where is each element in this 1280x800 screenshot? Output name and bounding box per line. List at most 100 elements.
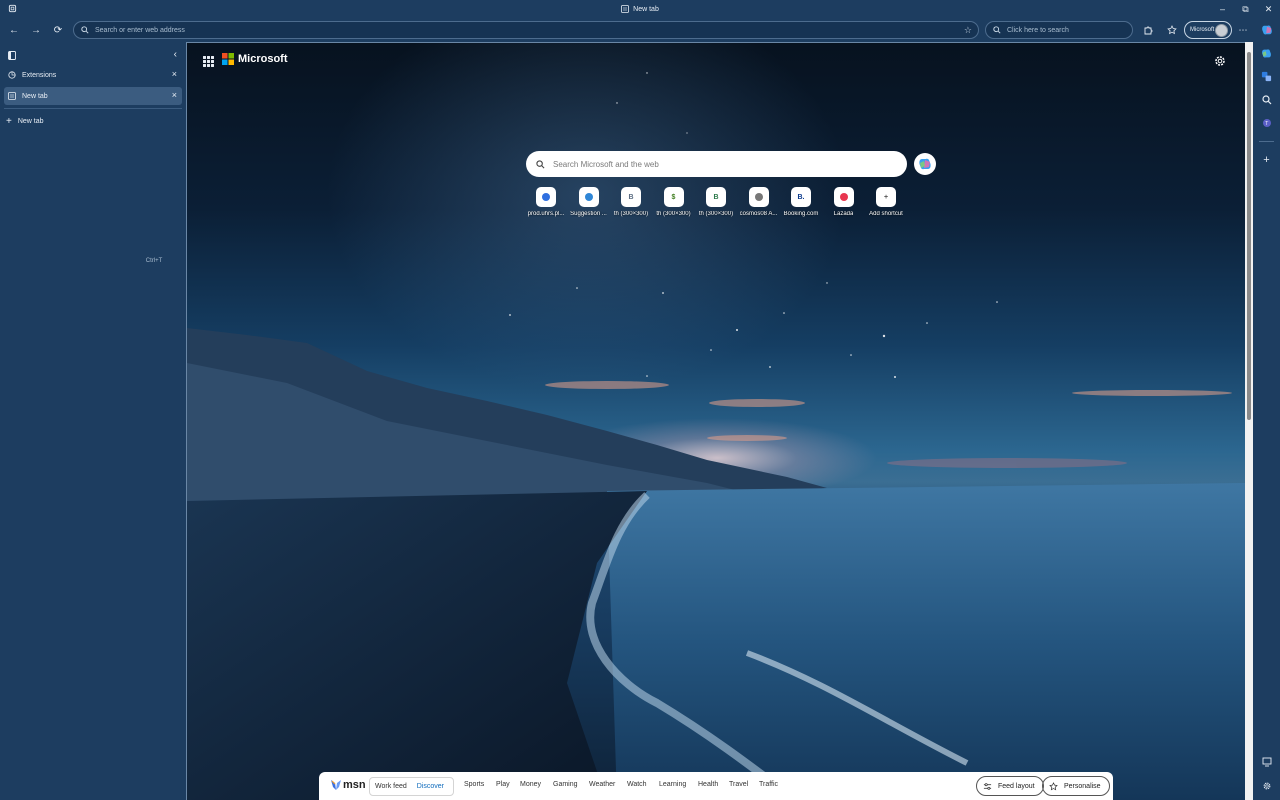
puzzle-icon — [1144, 26, 1153, 35]
window-title: New tab — [0, 0, 1280, 18]
address-placeholder: Search or enter web address — [95, 26, 185, 34]
profile-button[interactable]: Microsoft — [1184, 21, 1232, 39]
page-icon — [621, 5, 630, 13]
msn-nav-weather[interactable]: Weather — [589, 781, 615, 788]
msn-brand: msn — [343, 779, 366, 791]
copilot-button[interactable] — [914, 153, 936, 175]
apps-launcher-icon[interactable] — [203, 56, 214, 67]
quick-link-label: th (300×300) — [698, 211, 734, 217]
teams-button[interactable]: T — [1258, 114, 1275, 131]
forward-button[interactable]: → — [28, 22, 44, 38]
divider — [4, 108, 182, 109]
translator-button[interactable] — [1258, 68, 1275, 85]
tab-actions-icon[interactable] — [8, 51, 16, 60]
quick-link-label: Lazada — [833, 211, 854, 217]
quick-link-label: Booking.com — [783, 211, 819, 217]
plus-icon: + — [6, 115, 12, 127]
quick-link[interactable]: Bth (300×300) — [609, 187, 653, 223]
arrow-right-icon: → — [31, 24, 41, 36]
msn-nav-sports[interactable]: Sports — [464, 781, 484, 788]
msn-nav-watch[interactable]: Watch — [627, 781, 647, 788]
add-sidebar-app-button[interactable]: + — [1258, 151, 1275, 168]
quick-link[interactable]: prod.uhrs.pl... — [524, 187, 568, 223]
sidebar-settings-button[interactable] — [1258, 777, 1275, 794]
copilot-icon — [1262, 49, 1271, 58]
more-options-button[interactable]: ⋯ — [1235, 22, 1251, 38]
address-bar[interactable]: Search or enter web address ☆ — [73, 21, 979, 39]
scrollbar-thumb[interactable] — [1247, 52, 1251, 420]
search-icon — [536, 159, 545, 168]
tab-extensions[interactable]: Extensions × — [4, 66, 182, 84]
quick-link-favicon-icon — [578, 187, 599, 207]
msn-nav-health[interactable]: Health — [698, 781, 718, 788]
msn-nav-money[interactable]: Money — [520, 781, 541, 788]
msn-nav-play[interactable]: Play — [496, 781, 510, 788]
quick-link-label: Add shortcut — [869, 211, 903, 217]
search-icon — [1261, 94, 1271, 104]
collapse-panel-icon[interactable]: ‹ — [174, 49, 177, 60]
copilot-icon — [1261, 25, 1272, 34]
back-button[interactable]: ← — [6, 22, 22, 38]
quick-link-favicon-icon — [748, 187, 769, 207]
vertical-tabs-panel: ‹ Extensions × New tab × + New tab Ctrl+… — [0, 42, 186, 800]
page-scrollbar[interactable] — [1245, 42, 1253, 800]
restore-button[interactable]: ⧉ — [1234, 0, 1257, 18]
page-settings-icon[interactable] — [1213, 54, 1227, 68]
quick-link[interactable]: Suggestion ... — [567, 187, 611, 223]
sidebar-search-button[interactable] — [1258, 91, 1275, 108]
msn-nav-learning[interactable]: Learning — [659, 781, 686, 788]
quick-link[interactable]: B. Booking.com — [779, 187, 823, 223]
copilot-sidebar-button[interactable] — [1258, 21, 1275, 38]
quick-link-favicon-icon: B — [706, 187, 726, 207]
extensions-button[interactable] — [1140, 22, 1156, 38]
arrow-left-icon: ← — [9, 24, 19, 36]
copilot-secondary-button[interactable] — [1258, 45, 1275, 62]
hide-sidebar-button[interactable] — [1258, 753, 1275, 770]
microsoft-logo-icon — [222, 53, 234, 65]
feed-layout-button[interactable]: Feed layout — [976, 776, 1044, 796]
divider — [1259, 141, 1274, 142]
minimize-button[interactable]: – — [1211, 0, 1234, 18]
msn-logo[interactable]: msn — [330, 779, 366, 791]
msn-feed-bar: msn Work feed Discover Sports Play Money Ga… — [319, 772, 1113, 800]
close-tab-icon[interactable]: × — [172, 69, 177, 79]
work-feed-option[interactable]: Work feed — [370, 783, 412, 790]
personalise-button[interactable]: Personalise — [1042, 776, 1110, 796]
favorite-star-icon[interactable]: ☆ — [964, 25, 972, 36]
close-tab-icon[interactable]: × — [172, 90, 177, 100]
quick-link-favicon-icon: B. — [791, 187, 811, 207]
new-tab-button[interactable]: + New tab Ctrl+T — [6, 114, 180, 265]
tab-actions-row: ‹ — [0, 42, 186, 68]
extensions-icon — [8, 71, 16, 79]
favorites-button[interactable] — [1164, 22, 1180, 38]
add-shortcut-button[interactable]: + Add shortcut — [864, 187, 908, 223]
tab-label: Extensions — [22, 71, 57, 79]
taskbar-search-box[interactable]: Click here to search — [985, 21, 1133, 39]
title-bar: New tab – ⧉ ✕ — [0, 0, 1280, 18]
refresh-button[interactable]: ⟳ — [50, 22, 66, 38]
favorites-icon — [1167, 25, 1177, 35]
browser-toolbar: ← → ⟳ Search or enter web address ☆ Clic… — [0, 18, 1280, 42]
quick-link[interactable]: Lazada — [822, 187, 866, 223]
msn-butterfly-icon — [331, 780, 341, 790]
close-window-button[interactable]: ✕ — [1257, 0, 1280, 18]
tab-new-tab[interactable]: New tab × — [4, 87, 182, 105]
msn-nav-gaming[interactable]: Gaming — [553, 781, 578, 788]
quick-link[interactable]: Bth (300×300) — [694, 187, 738, 223]
quick-link[interactable]: cosmos08 A... — [737, 187, 781, 223]
web-search-box[interactable]: Search Microsoft and the web — [526, 151, 907, 177]
msn-nav-travel[interactable]: Travel — [729, 781, 748, 788]
quick-link[interactable]: $ th (300×300) — [652, 187, 696, 223]
teams-icon: T — [1262, 118, 1271, 127]
translator-icon — [1261, 71, 1272, 82]
search-icon — [81, 26, 89, 34]
avatar — [1215, 24, 1228, 37]
personalise-label: Personalise — [1064, 782, 1101, 790]
window-title-text: New tab — [633, 5, 659, 13]
discover-option[interactable]: Discover — [412, 783, 449, 790]
msn-nav-traffic[interactable]: Traffic — [759, 781, 778, 788]
ellipsis-icon: ⋯ — [1238, 24, 1248, 35]
quick-link-favicon-icon: + — [876, 187, 896, 207]
quick-link-label: th (300×300) — [656, 211, 691, 217]
search-icon — [993, 26, 1001, 34]
